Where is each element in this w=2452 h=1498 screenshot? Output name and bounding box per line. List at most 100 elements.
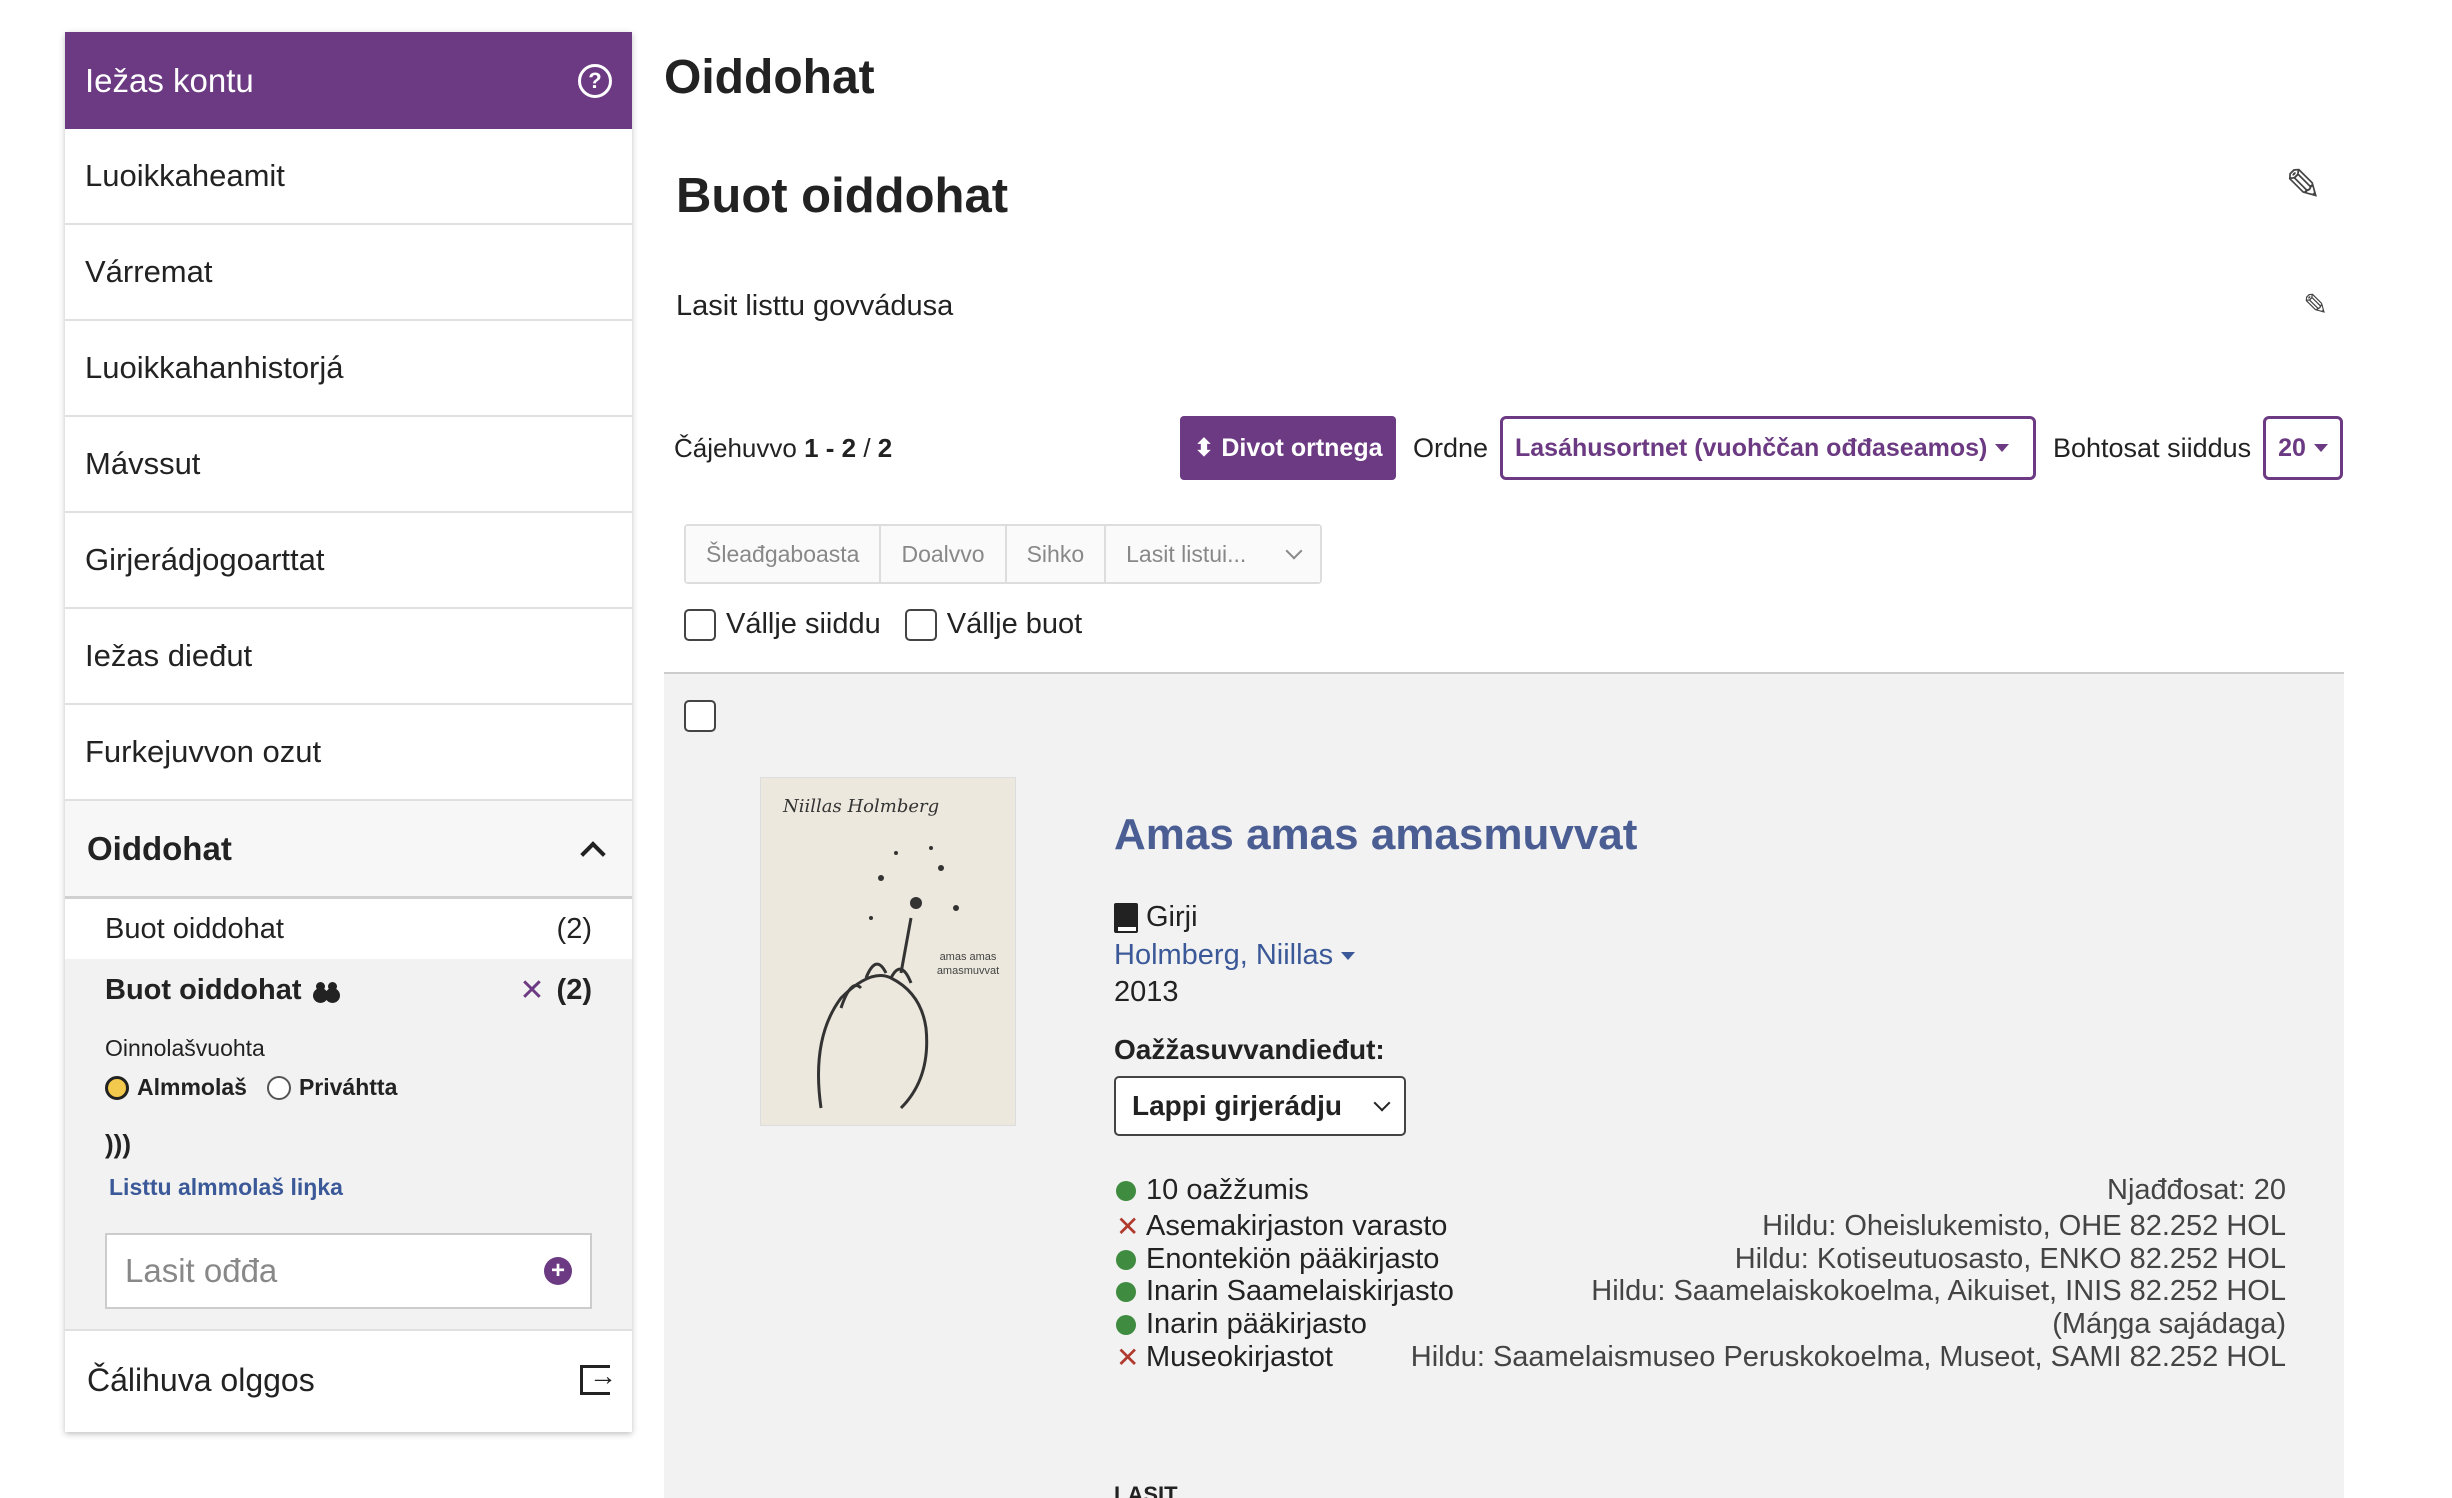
- list-item-label: Buot oiddohat: [105, 912, 284, 945]
- sidebar-item-library-cards[interactable]: Girjerádjogoarttat: [65, 513, 632, 609]
- add-to-list-select[interactable]: Lasit listui...: [1106, 526, 1321, 582]
- holding-row: Enontekiön pääkirjasto Hildu: Kotiseutuo…: [1116, 1243, 2286, 1276]
- holding-info: Hildu: Saamelaismuseo Peruskokoelma, Mus…: [1410, 1341, 2286, 1373]
- export-label: Doalvvo: [901, 540, 985, 567]
- remove-list-icon[interactable]: ✕: [519, 973, 544, 1008]
- selection-controls: Vállje siiddu Vállje buot: [684, 608, 1082, 641]
- sidebar-item-holds[interactable]: Várremat: [65, 225, 632, 321]
- book-cover-image[interactable]: Niillas Holmberg amas amas amasmuvvat: [760, 777, 1016, 1126]
- select-all-label: Vállje buot: [946, 608, 1083, 640]
- holding-row: ✕ Asemakirjaston varasto Hildu: Oheisluke…: [1116, 1210, 2286, 1243]
- per-page-label: Bohtosat siiddus: [2053, 433, 2252, 463]
- record-title-link[interactable]: Amas amas amasmuvvat: [1114, 810, 1637, 860]
- results-count: Čájehuvvo 1 - 2 / 2: [674, 433, 892, 464]
- delete-button[interactable]: Sihko: [1006, 526, 1107, 582]
- record-item: Niillas Holmberg amas amas amasmuvvat Am…: [664, 672, 2344, 1498]
- email-button[interactable]: Šleađgaboasta: [686, 526, 882, 582]
- sidebar-item-label: Girjerádjogoarttat: [85, 542, 325, 577]
- email-label: Šleađgaboasta: [706, 540, 860, 567]
- privacy-private-label: Priváhtta: [298, 1074, 398, 1100]
- chevron-down-icon: [1285, 542, 1303, 560]
- edit-title-pencil-icon[interactable]: ✎: [2285, 160, 2322, 211]
- sort-value: Lasáhusortnet (vuohččan ođđaseamos): [1515, 433, 1988, 462]
- page-title: Oiddohat: [664, 51, 875, 104]
- add-to-list-placeholder: Lasit listui...: [1126, 540, 1247, 567]
- delete-label: Sihko: [1026, 540, 1085, 567]
- plus-icon[interactable]: +: [544, 1257, 572, 1285]
- edit-description-pencil-icon[interactable]: ✎: [2303, 288, 2328, 323]
- unavailable-x-icon: ✕: [1116, 1211, 1140, 1242]
- reorder-label: ⬍ Divot ortnega: [1193, 434, 1383, 462]
- sidebar-item-profile[interactable]: Iežas dieđut: [65, 609, 632, 705]
- list-item-active[interactable]: Buot oiddohat ✕ (2): [65, 959, 632, 1021]
- holdings-label: Oažžasuvvandieđut:: [1114, 1034, 1385, 1065]
- sidebar-header: Iežas kontu ?: [65, 32, 632, 129]
- record-checkbox[interactable]: [684, 700, 716, 732]
- export-button[interactable]: Doalvvo: [881, 526, 1007, 582]
- sidebar-item-saved-searches[interactable]: Furkejuvvon ozut: [65, 705, 632, 801]
- help-icon[interactable]: ?: [578, 63, 612, 98]
- holding-info: Hildu: Oheislukemisto, OHE 82.252 HOL: [1762, 1210, 2286, 1242]
- more-link[interactable]: LASIT: [1114, 1482, 1178, 1498]
- rss-icon[interactable]: ))): [105, 1129, 592, 1160]
- select-page-checkbox[interactable]: Vállje siiddu: [684, 608, 881, 641]
- holding-library: Inarin Saamelaiskirjasto: [1146, 1275, 1454, 1307]
- sidebar-item-label: Mávssut: [85, 446, 201, 481]
- shared-people-icon: [314, 981, 342, 1000]
- sort-select[interactable]: Lasáhusortnet (vuohččan ođđaseamos): [1500, 416, 2036, 480]
- holding-library: Enontekiön pääkirjasto: [1146, 1243, 1440, 1275]
- sidebar-item-label: Furkejuvvon ozut: [85, 734, 322, 769]
- book-icon: [1114, 902, 1138, 933]
- checkbox-icon: [684, 608, 716, 641]
- logout-label: Čálihuva olggos: [87, 1361, 315, 1398]
- caret-down-icon: [1995, 444, 2010, 452]
- available-count: 10 oažžumis: [1146, 1174, 1309, 1206]
- sidebar-item-loans[interactable]: Luoikkaheamit: [65, 129, 632, 225]
- sidebar-item-label: Iežas dieđut: [85, 638, 253, 673]
- select-page-label: Vállje siiddu: [726, 608, 881, 640]
- checkbox-icon: [904, 608, 937, 641]
- privacy-settings: Oinnolašvuohta Almmolaš Priváhtta ))) Li…: [65, 1021, 632, 1219]
- sidebar-item-loan-history[interactable]: Luoikkahanhistorjá: [65, 321, 632, 417]
- author-link[interactable]: Holmberg, Niillas: [1114, 939, 1356, 972]
- bulk-actions: Šleađgaboasta Doalvvo Sihko Lasit listui…: [684, 524, 1323, 584]
- list-item-count: (2): [556, 912, 592, 945]
- logout-icon: [580, 1360, 617, 1395]
- caret-down-icon: [2313, 444, 2328, 452]
- sidebar-lists-toggle[interactable]: Oiddohat: [65, 801, 632, 899]
- author-label: Holmberg, Niillas: [1114, 939, 1334, 971]
- new-list-input[interactable]: Lasit ođđa +: [105, 1233, 592, 1309]
- radio-unselected-icon: [266, 1075, 291, 1100]
- radio-selected-icon: [105, 1075, 129, 1100]
- per-page-value: 20: [2278, 433, 2306, 462]
- logout-button[interactable]: Čálihuva olggos: [65, 1331, 632, 1429]
- available-dot-icon: [1116, 1180, 1136, 1201]
- caret-down-icon: [1341, 951, 1356, 960]
- reorder-button[interactable]: ⬍ Divot ortnega: [1180, 416, 1396, 480]
- privacy-public-radio[interactable]: Almmolaš: [105, 1074, 247, 1101]
- list-title: Buot oiddohat: [676, 169, 1009, 223]
- record-format: Girji: [1114, 901, 1198, 934]
- holdings-summary: 10 oažžumis Njađđosat: 20: [1116, 1174, 2286, 1207]
- results-separator: /: [856, 433, 878, 463]
- format-label: Girji: [1146, 901, 1198, 933]
- cover-subtitle-text: amas amas amasmuvvat: [936, 951, 1000, 977]
- holding-library: Asemakirjaston varasto: [1146, 1210, 1448, 1242]
- sidebar-title: Iežas kontu: [85, 61, 254, 99]
- holding-info: Hildu: Kotiseutuosasto, ENKO 82.252 HOL: [1734, 1243, 2286, 1275]
- available-dot-icon: [1116, 1314, 1136, 1335]
- list-item-count: (2): [556, 973, 592, 1006]
- public-list-link[interactable]: Listtu almmolaš liŋka: [105, 1174, 592, 1201]
- sidebar-lists-title: Oiddohat: [87, 829, 232, 867]
- per-page-select[interactable]: 20: [2263, 416, 2343, 480]
- holding-row: Inarin pääkirjasto (Máŋga sajádaga): [1116, 1308, 2286, 1341]
- list-item-all-favorites[interactable]: Buot oiddohat (2): [65, 899, 632, 959]
- holding-info: Hildu: Saamelaiskokoelma, Aikuiset, INIS…: [1591, 1275, 2286, 1307]
- favorite-lists: Buot oiddohat (2) Buot oiddohat ✕ (2) Oi…: [65, 899, 632, 1331]
- privacy-private-radio[interactable]: Priváhtta: [266, 1074, 398, 1101]
- sidebar-item-fees[interactable]: Mávssut: [65, 417, 632, 513]
- select-all-checkbox[interactable]: Vállje buot: [904, 608, 1083, 641]
- holding-info: (Máŋga sajádaga): [2052, 1308, 2286, 1340]
- unavailable-x-icon: ✕: [1116, 1342, 1140, 1373]
- library-select[interactable]: Lappi girjerádju: [1114, 1076, 1406, 1136]
